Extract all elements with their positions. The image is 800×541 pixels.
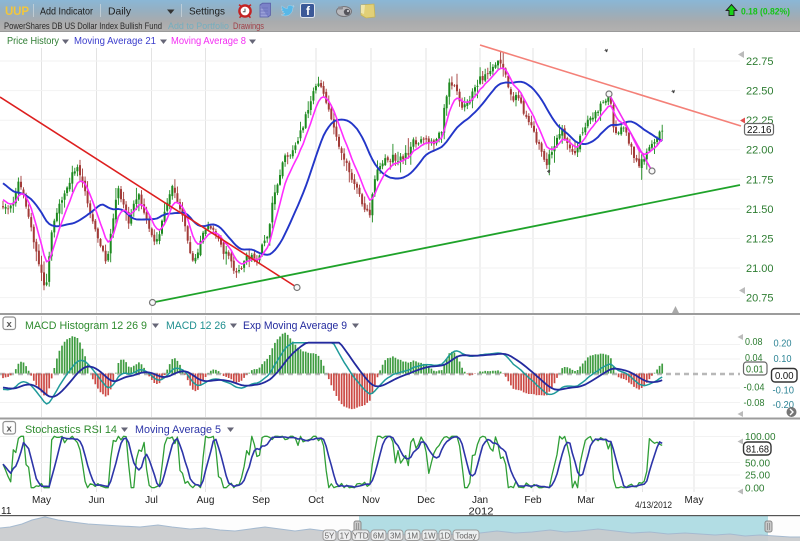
- svg-text:50.00: 50.00: [745, 459, 771, 470]
- svg-text:Feb: Feb: [524, 495, 542, 506]
- svg-text:0.01: 0.01: [746, 365, 764, 376]
- svg-text:Jan: Jan: [472, 495, 488, 506]
- svg-text:MACD 12 26: MACD 12 26: [166, 320, 226, 332]
- svg-text:0.00: 0.00: [745, 484, 765, 495]
- svg-text:PowerShares DB US Dollar Index: PowerShares DB US Dollar Index Bullish F…: [4, 21, 162, 31]
- svg-text:Oct: Oct: [308, 495, 324, 506]
- svg-text:x: x: [7, 319, 13, 330]
- svg-text:25.00: 25.00: [745, 471, 771, 482]
- svg-text:Dec: Dec: [417, 495, 435, 506]
- svg-text:Today: Today: [455, 532, 476, 541]
- svg-text:21.00: 21.00: [746, 263, 774, 275]
- svg-text:Jun: Jun: [88, 495, 104, 506]
- svg-text:May: May: [685, 495, 704, 506]
- svg-text:Sep: Sep: [252, 495, 270, 506]
- svg-text:-0.10: -0.10: [773, 386, 795, 397]
- svg-text:Jul: Jul: [145, 495, 158, 506]
- svg-text:Settings: Settings: [189, 6, 225, 18]
- svg-text:0.08: 0.08: [745, 337, 763, 348]
- svg-text:81.68: 81.68: [746, 445, 769, 456]
- svg-text:YTD: YTD: [353, 532, 369, 541]
- svg-text:1Y: 1Y: [340, 532, 350, 541]
- svg-text:6M: 6M: [373, 532, 384, 541]
- svg-text:Price History: Price History: [7, 36, 59, 47]
- svg-text:May: May: [32, 495, 51, 506]
- svg-text:0.20: 0.20: [774, 339, 793, 350]
- svg-text:1D: 1D: [440, 532, 450, 541]
- svg-text:Add to Portfolio: Add to Portfolio: [168, 21, 229, 31]
- svg-text:Moving Average 21: Moving Average 21: [74, 36, 156, 47]
- svg-text:MACD Histogram 12 26 9: MACD Histogram 12 26 9: [25, 320, 147, 332]
- svg-text:1M: 1M: [407, 532, 418, 541]
- svg-text:UUP: UUP: [5, 6, 29, 18]
- svg-text:Stochastics RSI 14: Stochastics RSI 14: [25, 424, 117, 436]
- svg-text:1W: 1W: [424, 532, 436, 541]
- svg-text:Daily: Daily: [108, 6, 132, 18]
- svg-text:21.25: 21.25: [746, 233, 774, 245]
- svg-text:20.75: 20.75: [746, 293, 774, 305]
- svg-text:Nov: Nov: [362, 495, 380, 506]
- svg-text:22.00: 22.00: [746, 145, 774, 157]
- svg-text:x: x: [7, 424, 13, 435]
- svg-text:3M: 3M: [390, 532, 401, 541]
- svg-text:Drawings: Drawings: [233, 21, 264, 31]
- svg-text:0.10: 0.10: [774, 354, 793, 365]
- svg-text:-0.08: -0.08: [744, 398, 765, 409]
- svg-text:22.16: 22.16: [747, 125, 772, 136]
- svg-text:-0.04: -0.04: [744, 383, 766, 394]
- svg-text:0.00: 0.00: [775, 371, 794, 382]
- svg-text:Add Indicator: Add Indicator: [40, 6, 93, 18]
- svg-text:22.75: 22.75: [746, 56, 774, 68]
- svg-text:5Y: 5Y: [325, 532, 335, 541]
- svg-text:Exp Moving Average 9: Exp Moving Average 9: [243, 320, 347, 332]
- svg-text:Aug: Aug: [197, 495, 215, 506]
- svg-text:Mar: Mar: [577, 495, 595, 506]
- svg-text:0.18 (0.82%): 0.18 (0.82%): [741, 7, 790, 18]
- svg-text:Moving Average 5: Moving Average 5: [135, 424, 221, 436]
- svg-text:22.50: 22.50: [746, 86, 774, 98]
- svg-text:4/13/2012: 4/13/2012: [635, 500, 672, 510]
- svg-text:21.50: 21.50: [746, 204, 774, 216]
- svg-text:Moving Average 8: Moving Average 8: [171, 36, 246, 47]
- svg-text:21.75: 21.75: [746, 174, 774, 186]
